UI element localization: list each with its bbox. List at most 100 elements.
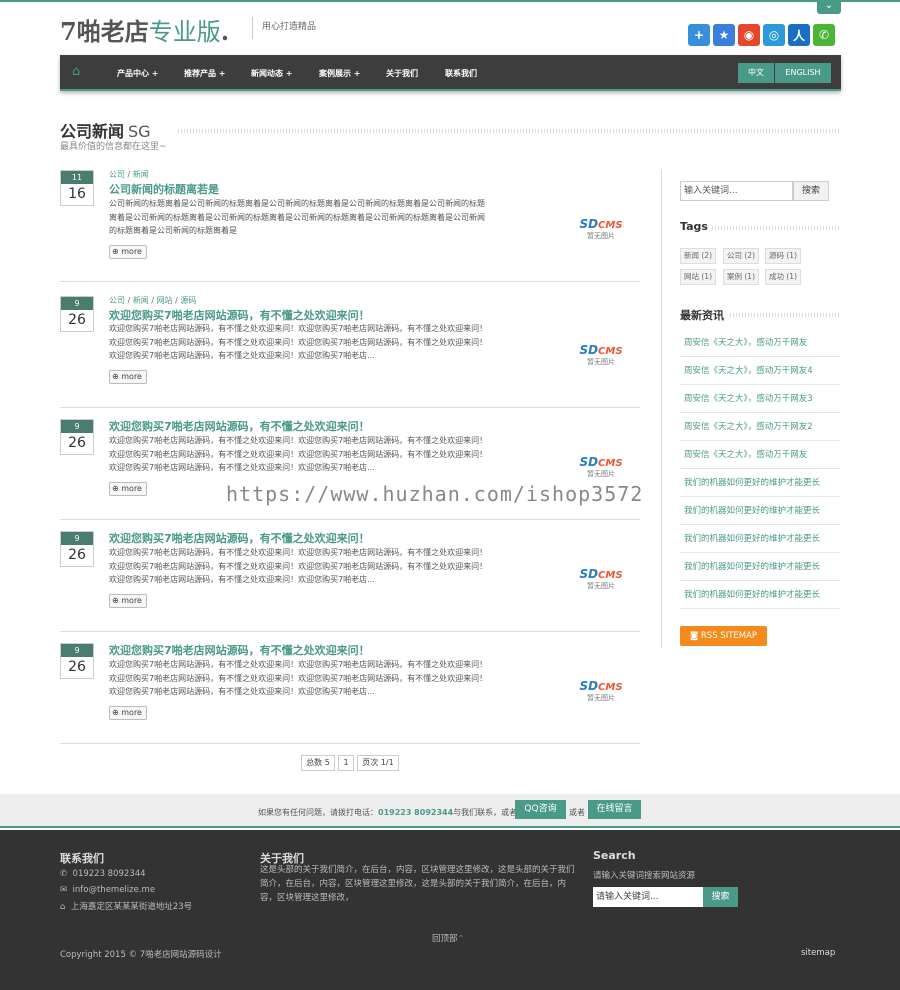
post-thumbnail[interactable]: SDCMS 暂无图片	[576, 455, 626, 479]
post-thumbnail[interactable]: SDCMS 暂无图片	[576, 343, 626, 367]
news-link[interactable]: 周安信《天之大》，感动万千网友2	[680, 413, 840, 441]
footer-search-heading: Search	[593, 849, 636, 862]
top-accent-line	[0, 0, 900, 2]
star-icon[interactable]: ★	[713, 24, 735, 46]
nav-item-about[interactable]: 关于我们	[386, 68, 418, 79]
social-share-bar: + ★ ◉ ◎ 人 ✆	[688, 24, 835, 46]
news-link[interactable]: 我们的机器如何更好的维护才能更长	[680, 581, 840, 609]
pager-pages: 页次 1/1	[357, 755, 399, 771]
back-to-top-link[interactable]: 回顶部⌃	[432, 932, 465, 944]
mail-icon: ✉	[60, 885, 68, 895]
post-excerpt: 欢迎您购买7啪老店网站源码，有不懂之处欢迎来问！欢迎您购买7啪老店网站源码，有不…	[109, 436, 488, 472]
pager-page-1[interactable]: 1	[338, 755, 354, 771]
cta-text: 如果您有任何问题，请拨打电话：019223 8092344与我们联系，或者	[258, 808, 518, 817]
site-logo[interactable]: 7啪老店专业版.	[60, 12, 229, 47]
phone-icon: ✆	[60, 869, 68, 879]
list-item: 9 26 欢迎您购买7啪老店网站源码，有不懂之处欢迎来问！ 欢迎您购买7啪老店网站…	[60, 520, 640, 632]
category-link[interactable]: 公司	[109, 170, 125, 179]
post-thumbnail[interactable]: SDCMS 暂无图片	[576, 217, 626, 241]
news-divider	[730, 313, 840, 317]
nav-item-cases[interactable]: 案例展示 +	[319, 68, 361, 79]
post-title[interactable]: 公司新闻的标题离若是	[109, 181, 219, 197]
post-excerpt: 欢迎您购买7啪老店网站源码，有不懂之处欢迎来问！欢迎您购买7啪老店网站源码，有不…	[109, 660, 488, 696]
nav-item-contact[interactable]: 联系我们	[445, 68, 477, 79]
nav-item-news[interactable]: 新闻动态 +	[251, 68, 293, 79]
more-button[interactable]: ⊕ more	[109, 706, 147, 720]
renren-icon[interactable]: 人	[788, 24, 810, 46]
tag-link[interactable]: 案例 (1)	[723, 269, 760, 285]
footer-search-input[interactable]: 请输入关键词...	[593, 887, 703, 907]
weibo-icon[interactable]: ◉	[738, 24, 760, 46]
more-button[interactable]: ⊕ more	[109, 482, 147, 496]
date-badge: 9 26	[60, 531, 94, 567]
category-link[interactable]: 新闻	[133, 296, 149, 305]
post-title[interactable]: 欢迎您购买7啪老店网站源码，有不懂之处欢迎来问！	[109, 530, 370, 546]
news-link[interactable]: 周安信《天之大》，感动万千网友4	[680, 357, 840, 385]
footer-search-button[interactable]: 搜索	[703, 887, 738, 907]
news-link[interactable]: 周安信《天之大》，感动万千网友	[680, 329, 840, 357]
post-thumbnail[interactable]: SDCMS 暂无图片	[576, 679, 626, 703]
nav-item-products[interactable]: 产品中心 +	[117, 68, 159, 79]
pager-total: 总数 5	[301, 755, 335, 771]
news-link[interactable]: 我们的机器如何更好的维护才能更长	[680, 469, 840, 497]
footer-about-text: 这是头部的关于我们简介，在后台，内容，区块管理这里修改，这是头部的关于我们简介，…	[260, 865, 575, 903]
search-input[interactable]: 输入关键词...	[680, 181, 793, 201]
footer-search-subtitle: 请输入关键词搜索网站资源	[593, 871, 696, 881]
latest-news-heading: 最新资讯	[680, 309, 724, 322]
page-subtitle: 最具价值的信息都在这里~	[60, 142, 167, 152]
tags-heading: Tags	[680, 220, 708, 233]
tag-link[interactable]: 源码 (1)	[765, 248, 802, 264]
wechat-icon[interactable]: ✆	[813, 24, 835, 46]
category-link[interactable]: 新闻	[133, 170, 149, 179]
footer-address: ⌂ 上海嘉定区某某某街道地址23号	[60, 902, 193, 912]
tag-link[interactable]: 公司 (2)	[723, 248, 760, 264]
copyright: Copyright 2015 © 7啪老店网站源码设计	[60, 950, 222, 960]
post-excerpt: 欢迎您购买7啪老店网站源码，有不懂之处欢迎来问！欢迎您购买7啪老店网站源码，有不…	[109, 548, 488, 584]
post-title[interactable]: 欢迎您购买7啪老店网站源码，有不懂之处欢迎来问！	[109, 642, 370, 658]
post-categories: 公司 / 新闻	[109, 170, 149, 179]
category-link[interactable]: 源码	[180, 296, 196, 305]
post-title[interactable]: 欢迎您购买7啪老店网站源码，有不懂之处欢迎来问！	[109, 307, 370, 323]
online-message-button[interactable]: 在线留言	[588, 800, 641, 819]
plus-icon[interactable]: +	[688, 24, 710, 46]
more-button[interactable]: ⊕ more	[109, 594, 147, 608]
news-link[interactable]: 周安信《天之大》，感动万千网友	[680, 441, 840, 469]
news-link[interactable]: 我们的机器如何更好的维护才能更长	[680, 553, 840, 581]
news-link[interactable]: 我们的机器如何更好的维护才能更长	[680, 497, 840, 525]
tag-link[interactable]: 网站 (1)	[680, 269, 717, 285]
footer-contact-heading: 联系我们	[60, 852, 104, 865]
news-link[interactable]: 周安信《天之大》，感动万千网友3	[680, 385, 840, 413]
more-button[interactable]: ⊕ more	[109, 245, 147, 259]
list-item: 9 26 公司 / 新闻 / 网站 / 源码 欢迎您购买7啪老店网站源码，有不懂之…	[60, 296, 640, 408]
more-button[interactable]: ⊕ more	[109, 370, 147, 384]
footer: 联系我们 ✆ 019223 8092344 ✉ info@themelize.m…	[0, 830, 900, 990]
qq-consult-button[interactable]: QQ咨询	[515, 800, 566, 819]
date-badge: 11 16	[60, 170, 94, 206]
chevron-down-icon[interactable]: ⌄	[817, 0, 841, 14]
lang-cn-button[interactable]: 中文	[738, 63, 774, 83]
search-button[interactable]: 搜索	[793, 181, 829, 201]
chevron-up-icon: ⌃	[457, 934, 465, 944]
rss-sitemap-button[interactable]: ◙ RSS SITEMAP	[680, 626, 767, 646]
home-icon[interactable]: ⌂	[72, 64, 88, 80]
site-slogan: 用心打造精品	[252, 17, 316, 39]
sidebar-divider	[661, 170, 662, 648]
lang-en-button[interactable]: ENGLISH	[775, 63, 831, 83]
category-link[interactable]: 网站	[157, 296, 173, 305]
post-title[interactable]: 欢迎您购买7啪老店网站源码，有不懂之处欢迎来问！	[109, 418, 370, 434]
sitemap-link[interactable]: sitemap	[801, 948, 835, 958]
watermark: https://www.huzhan.com/ishop3572	[226, 482, 644, 506]
post-thumbnail[interactable]: SDCMS 暂无图片	[576, 567, 626, 591]
list-item: 9 26 欢迎您购买7啪老店网站源码，有不懂之处欢迎来问！ 欢迎您购买7啪老店网站…	[60, 632, 640, 744]
footer-phone: ✆ 019223 8092344	[60, 869, 146, 879]
news-link[interactable]: 我们的机器如何更好的维护才能更长	[680, 525, 840, 553]
tencent-weibo-icon[interactable]: ◎	[763, 24, 785, 46]
tag-link[interactable]: 成功 (1)	[765, 269, 802, 285]
list-item: 11 16 公司 / 新闻 公司新闻的标题离若是 公司新闻的标题离着是公司新闻的标…	[60, 170, 640, 282]
date-badge: 9 26	[60, 643, 94, 679]
nav-item-recommended[interactable]: 推荐产品 +	[184, 68, 226, 79]
footer-email[interactable]: ✉ info@themelize.me	[60, 885, 155, 895]
category-link[interactable]: 公司	[109, 296, 125, 305]
post-excerpt: 公司新闻的标题离着是公司新闻的标题离着是公司新闻的标题离着是公司新闻的标题离着是…	[109, 199, 485, 235]
tag-link[interactable]: 新闻 (2)	[680, 248, 717, 264]
